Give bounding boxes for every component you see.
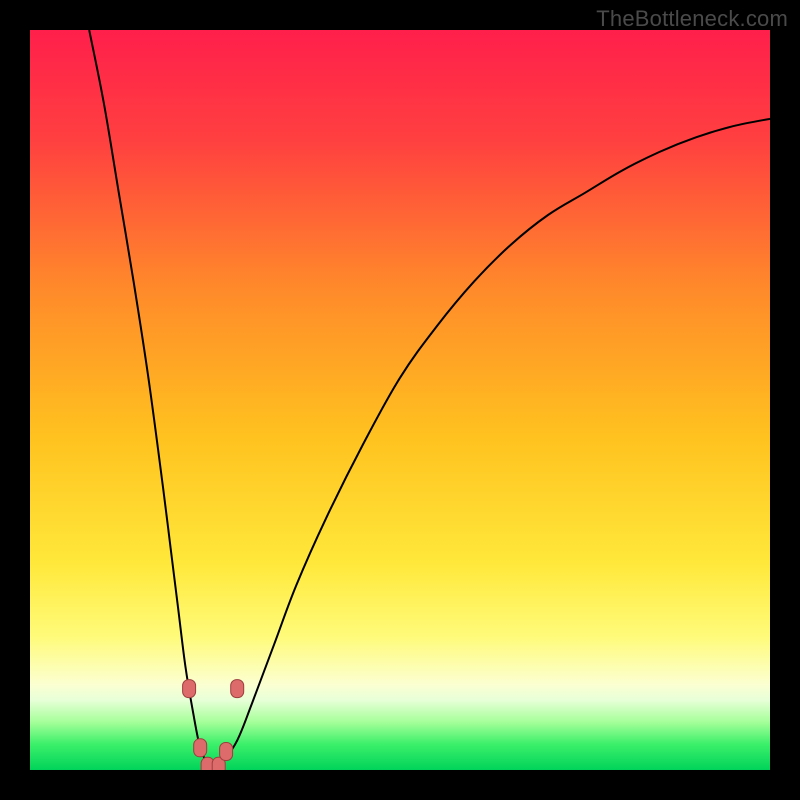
watermark-text: TheBottleneck.com bbox=[596, 6, 788, 32]
chart-frame: TheBottleneck.com bbox=[0, 0, 800, 800]
curve-markers bbox=[183, 680, 244, 770]
curve-marker bbox=[183, 680, 196, 698]
curve-layer bbox=[30, 30, 770, 770]
plot-area bbox=[30, 30, 770, 770]
curve-marker bbox=[194, 739, 207, 757]
curve-marker bbox=[231, 680, 244, 698]
bottleneck-curve bbox=[89, 30, 770, 770]
curve-marker bbox=[220, 743, 233, 761]
